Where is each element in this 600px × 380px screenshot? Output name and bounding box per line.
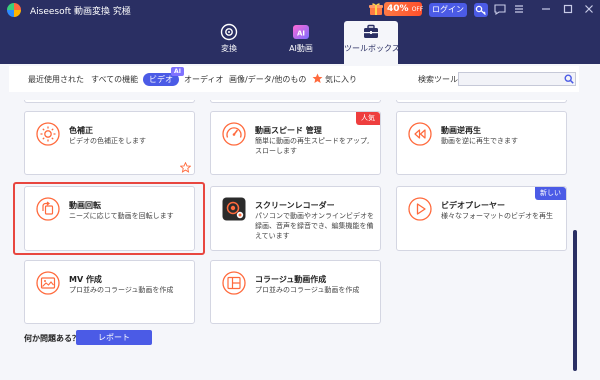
tab-ai-video[interactable]: AI AI動画 <box>281 21 321 64</box>
tool-card-clipped <box>396 100 567 103</box>
tool-card-mv-maker[interactable]: MV 作成 プロ並みのコラージュ動画を作成 <box>24 260 195 324</box>
tab-convert-label: 変換 <box>221 44 237 53</box>
maximize-icon[interactable] <box>561 2 575 16</box>
minimize-icon[interactable] <box>539 2 553 16</box>
tool-title: 動画逆再生 <box>441 126 481 135</box>
tool-card-collage[interactable]: コラージュ動画作成 プロ並みのコラージュ動画を作成 <box>210 260 381 324</box>
tool-card-clipped <box>210 100 381 103</box>
speed-gauge-icon <box>222 122 246 146</box>
favorite-star-icon[interactable] <box>180 162 191 173</box>
tab-convert[interactable]: 変換 <box>209 21 249 64</box>
promo-suffix: OFF <box>411 6 424 13</box>
promo-badge[interactable]: 40% OFF <box>384 2 424 16</box>
tool-card-screen-recorder[interactable]: スクリーンレコーダー パソコンで動画やオンラインビデオを録画、音声を録音でき、編… <box>210 186 381 251</box>
convert-icon <box>220 23 238 41</box>
help-question: 何か問題ある？ <box>24 334 80 343</box>
tab-toolbox[interactable]: ツールボックス <box>344 21 400 64</box>
new-badge: 新しい <box>535 187 566 200</box>
search-label: 検索ツール: <box>418 75 461 84</box>
popular-badge: 人気 <box>356 112 380 125</box>
search-icon[interactable] <box>564 74 574 84</box>
key-icon[interactable] <box>474 3 488 17</box>
tool-title: コラージュ動画作成 <box>255 275 327 284</box>
tool-desc: プロ並みのコラージュ動画を作成 <box>255 286 360 294</box>
collage-icon <box>222 271 246 295</box>
tool-card-video-player[interactable]: 新しい ビデオプレーヤー 様々なフォーマットのビデオを再生 <box>396 186 567 251</box>
filter-bar: 最近使用された すべての機能 ビデオ AI オーディオ 画像/データ/他のもの … <box>9 66 579 92</box>
color-correction-icon <box>36 122 60 146</box>
tool-title: ビデオプレーヤー <box>441 201 505 210</box>
report-button[interactable]: レポート <box>76 330 152 345</box>
mv-maker-icon <box>36 271 60 295</box>
toolbox-icon <box>364 24 378 38</box>
rewind-icon <box>408 122 432 146</box>
selection-highlight <box>13 182 205 255</box>
filter-audio[interactable]: オーディオ <box>184 73 223 86</box>
close-icon[interactable] <box>582 2 596 16</box>
scrollbar-thumb[interactable] <box>573 230 577 371</box>
play-icon <box>408 197 432 221</box>
menu-icon[interactable] <box>512 2 526 16</box>
chat-icon[interactable] <box>493 2 507 16</box>
tool-card-color-correction[interactable]: 色補正 ビデオの色補正をします <box>24 111 195 175</box>
ai-video-icon: AI <box>293 25 309 39</box>
tool-desc: ビデオの色補正をします <box>69 137 146 145</box>
tool-desc: プロ並みのコラージュ動画を作成 <box>69 286 174 294</box>
tab-ai-video-label: AI動画 <box>289 44 313 53</box>
tool-title: MV 作成 <box>69 275 102 284</box>
tool-desc: パソコンで動画やオンラインビデオを録画、音声を録音でき、編集機能を備えています <box>255 212 374 240</box>
filter-image-data-other[interactable]: 画像/データ/他のもの <box>229 73 306 86</box>
filter-ai-badge: AI <box>171 67 184 76</box>
app-logo-icon <box>7 3 21 17</box>
login-button[interactable]: ログイン <box>429 3 467 17</box>
filter-recent[interactable]: 最近使用された <box>28 73 84 86</box>
tool-desc: 様々なフォーマットのビデオを再生 <box>441 212 553 220</box>
search-input[interactable] <box>458 72 576 86</box>
tool-title: 動画スピード 管理 <box>255 126 322 135</box>
title-bar: Aiseesoft 動画変換 究極 40% OFF ログイン 変換 AI AI動… <box>0 0 600 64</box>
filter-favorites[interactable]: 気に入り <box>325 73 357 86</box>
tool-desc: 動画を逆に再生できます <box>441 137 518 145</box>
tool-title: スクリーンレコーダー <box>255 201 335 210</box>
tool-title: 色補正 <box>69 126 93 135</box>
tool-card-video-speed[interactable]: 人気 動画スピード 管理 簡単に動画の再生スピードをアップ, スローします <box>210 111 381 175</box>
star-icon <box>312 73 323 83</box>
app-title: Aiseesoft 動画変換 究極 <box>30 7 131 17</box>
tool-card-reverse[interactable]: 動画逆再生 動画を逆に再生できます <box>396 111 567 175</box>
filter-all[interactable]: すべての機能 <box>91 73 138 86</box>
gift-icon[interactable] <box>369 2 383 15</box>
ai-video-icon-text: AI <box>297 30 305 38</box>
promo-percent: 40% <box>387 4 409 14</box>
tool-card-clipped <box>24 100 195 103</box>
tool-desc: 簡単に動画の再生スピードをアップ, スローします <box>255 137 370 155</box>
screen-recorder-icon <box>222 197 246 221</box>
tab-toolbox-label: ツールボックス <box>344 44 400 53</box>
